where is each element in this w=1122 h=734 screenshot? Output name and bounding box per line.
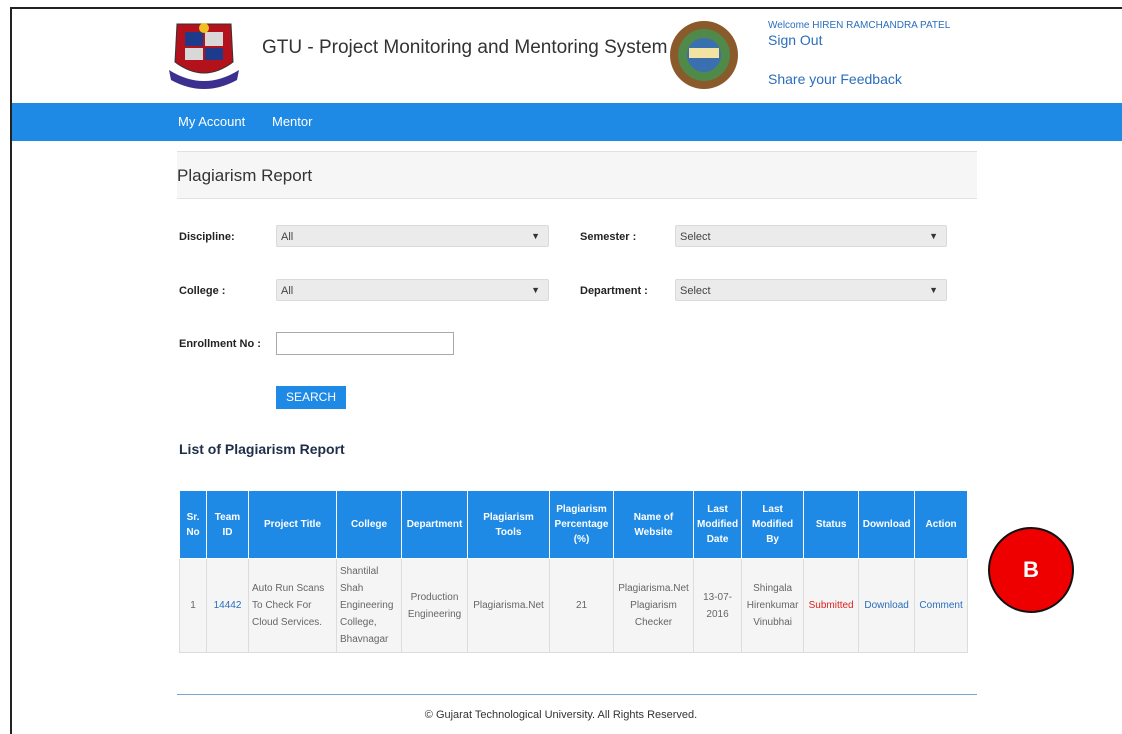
cell-college: Shantilal Shah Engineering College, Bhav…	[336, 558, 402, 653]
col-action: Action	[914, 490, 969, 559]
semester-label: Semester :	[580, 231, 637, 243]
nav-mentor[interactable]: Mentor	[272, 114, 312, 129]
col-modified-date: Last Modified Date	[692, 490, 743, 559]
footer-divider	[177, 694, 977, 695]
col-plagiarism-tools: Plagiarism Tools	[467, 490, 550, 559]
department-label: Department :	[580, 285, 648, 297]
enrollment-label: Enrollment No :	[179, 338, 261, 350]
col-department: Department	[401, 490, 468, 559]
cell-department: Production Engineering	[401, 558, 468, 653]
globe-emblem-icon	[670, 21, 738, 89]
cell-project-title: Auto Run Scans To Check For Cloud Servic…	[248, 558, 337, 653]
nav-my-account[interactable]: My Account	[178, 114, 245, 129]
college-select[interactable]: All ▼	[276, 279, 549, 301]
semester-value: Select	[680, 231, 711, 243]
sign-out-link[interactable]: Sign Out	[768, 32, 822, 48]
col-sr-no: Sr. No	[179, 490, 207, 559]
caret-down-icon: ▼	[929, 285, 938, 295]
caret-down-icon: ▼	[531, 231, 540, 241]
col-project-title: Project Title	[248, 490, 337, 559]
enrollment-input[interactable]	[276, 332, 454, 355]
plagiarism-table: Sr. No Team ID Project Title College Dep…	[179, 490, 969, 653]
gtu-logo-icon	[169, 23, 239, 89]
discipline-select[interactable]: All ▼	[276, 225, 549, 247]
college-label: College :	[179, 285, 226, 297]
search-button[interactable]: SEARCH	[276, 386, 346, 409]
welcome-text: Welcome HIREN RAMCHANDRA PATEL	[768, 20, 951, 31]
cell-sr-no: 1	[179, 558, 207, 653]
cell-modified-by: Shingala Hirenkumar Vinubhai	[741, 558, 805, 653]
college-value: All	[281, 285, 294, 297]
footer-copyright: © Gujarat Technological University. All …	[424, 709, 698, 721]
cell-tool: Plagiarisma.Net	[467, 558, 550, 653]
department-value: Select	[680, 285, 711, 297]
page-title: Plagiarism Report	[177, 166, 313, 185]
department-select[interactable]: Select ▼	[675, 279, 947, 301]
table-row: 1 14442 Auto Run Scans To Check For Clou…	[179, 558, 969, 653]
col-college: College	[336, 490, 402, 559]
download-link[interactable]: Download	[858, 558, 916, 653]
table-header-row: Sr. No Team ID Project Title College Dep…	[179, 490, 969, 559]
cell-modified-date: 13-07-2016	[692, 558, 743, 653]
app-title: GTU - Project Monitoring and Mentoring S…	[262, 37, 668, 58]
main-nav: My Account Mentor	[12, 103, 1122, 141]
col-website: Name of Website	[613, 490, 694, 559]
col-modified-by: Last Modified By	[741, 490, 805, 559]
caret-down-icon: ▼	[531, 285, 540, 295]
page-title-bar: Plagiarism Report	[177, 151, 977, 199]
status-badge: Submitted	[803, 558, 860, 653]
col-team-id: Team ID	[206, 490, 249, 559]
col-download: Download	[858, 490, 916, 559]
comment-link[interactable]: Comment	[914, 558, 969, 653]
feedback-link[interactable]: Share your Feedback	[768, 71, 902, 87]
cell-percentage: 21	[549, 558, 614, 653]
team-id-link[interactable]: 14442	[206, 558, 249, 653]
list-heading: List of Plagiarism Report	[179, 441, 345, 457]
discipline-value: All	[281, 231, 294, 243]
caret-down-icon: ▼	[929, 231, 938, 241]
discipline-label: Discipline:	[179, 231, 235, 243]
col-plagiarism-percentage: Plagiarism Percentage (%)	[549, 490, 614, 559]
annotation-badge: B	[988, 527, 1074, 613]
semester-select[interactable]: Select ▼	[675, 225, 947, 247]
cell-website: Plagiarisma.Net Plagiarism Checker	[613, 558, 694, 653]
col-status: Status	[803, 490, 860, 559]
